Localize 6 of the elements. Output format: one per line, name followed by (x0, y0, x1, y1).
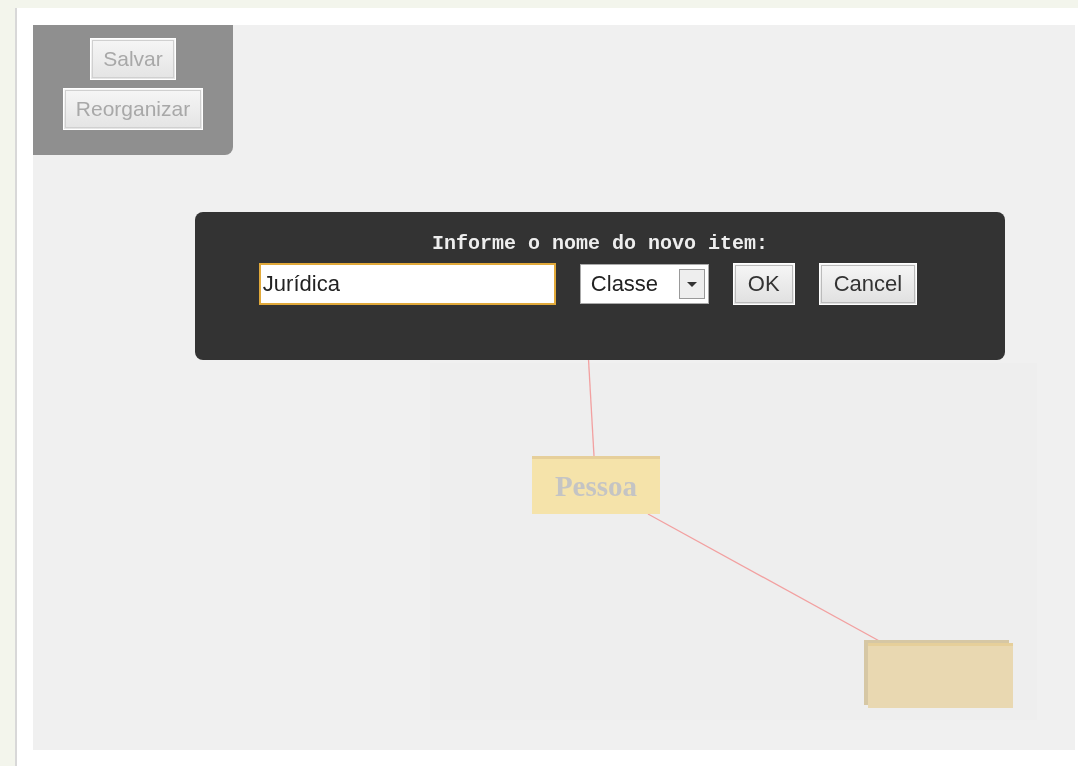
caret-icon (678, 269, 705, 299)
type-select[interactable]: Classe (579, 264, 709, 304)
ok-button[interactable]: OK (732, 263, 795, 305)
name-field[interactable]: Jurídica (258, 263, 556, 305)
dialog-prompt: Informe o nome do novo item: (431, 232, 769, 255)
cancel-button[interactable]: Cancel (818, 263, 918, 305)
